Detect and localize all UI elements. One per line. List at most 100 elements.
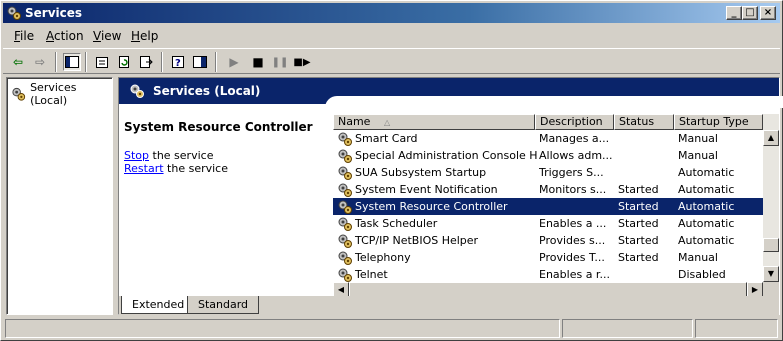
service-status-cell: Started (618, 232, 676, 249)
svg-text:?: ? (175, 58, 181, 69)
table-row[interactable]: Telephony Provides T... Started Manual (333, 249, 763, 266)
service-gear-icon (337, 251, 353, 265)
close-button[interactable]: × (760, 6, 776, 20)
scroll-up-arrow-icon: ▲ (767, 133, 775, 142)
service-startup-type-cell: Manual (678, 130, 763, 147)
table-row[interactable]: Task Scheduler Enables a ... Started Automa… (333, 215, 763, 232)
service-gear-icon (337, 132, 353, 146)
refresh-icon (119, 56, 129, 68)
export-list-button[interactable] (137, 53, 155, 71)
tab-extended[interactable]: Extended (121, 296, 196, 314)
column-header-name[interactable]: Name △ (333, 114, 535, 130)
help-button[interactable]: ? (169, 53, 187, 71)
tab-standard[interactable]: Standard (187, 296, 260, 314)
table-row[interactable]: System Resource Controller Started Automat… (333, 198, 763, 215)
service-description-cell: Triggers S... (539, 164, 616, 181)
column-header-status[interactable]: Status (614, 114, 674, 130)
view-tabs: Extended Standard (119, 296, 779, 316)
column-header-startup-type[interactable]: Startup Type (674, 114, 763, 130)
service-startup-type-cell: Automatic (678, 215, 763, 232)
menu-file[interactable]: File (14, 29, 34, 43)
services-window: Services _ □ × File Action View Help ⇦ ⇨… (0, 0, 783, 341)
menu-action-accelerator: A (46, 29, 54, 43)
scroll-thumb[interactable] (763, 238, 779, 252)
cell-text: Started (618, 183, 659, 196)
table-row[interactable]: SUA Subsystem Startup Triggers S... Automa… (333, 164, 763, 181)
cell-text: Started (618, 251, 659, 264)
vertical-scrollbar[interactable]: ▲ ▼ (763, 114, 779, 282)
service-gear-icon (337, 149, 353, 163)
service-name-cell: Telnet (337, 266, 537, 283)
service-name-cell: SUA Subsystem Startup (337, 164, 537, 181)
restart-action: Restart the service (124, 162, 228, 175)
menu-view[interactable]: View (93, 29, 121, 43)
table-row[interactable]: Telnet Enables a r... Disabled (333, 266, 763, 283)
cell-text: System Resource Controller (355, 200, 508, 213)
cell-text: System Event Notification (355, 183, 498, 196)
scroll-up-button[interactable]: ▲ (763, 130, 779, 146)
menu-bar: File Action View Help (3, 25, 780, 47)
tree-node-services-local[interactable]: Services (Local) (11, 81, 112, 107)
scroll-down-button[interactable]: ▼ (763, 266, 779, 282)
show-hide-tree-button[interactable] (63, 53, 81, 71)
forward-button[interactable]: ⇨ (31, 53, 49, 71)
service-status-cell: Started (618, 215, 676, 232)
minimize-button[interactable]: _ (726, 6, 742, 20)
refresh-button[interactable] (115, 53, 133, 71)
column-header-description[interactable]: Description (535, 114, 614, 130)
service-description-cell: Allows adm... (539, 147, 616, 164)
table-row[interactable]: System Event Notification Monitors s... St… (333, 181, 763, 198)
service-description-cell: Manages a... (539, 130, 616, 147)
table-row[interactable]: TCP/IP NetBIOS Helper Provides s... Starte… (333, 232, 763, 249)
back-button[interactable]: ⇦ (9, 53, 27, 71)
window-title: Services (25, 6, 83, 20)
cell-text: Manages a... (539, 132, 610, 145)
cell-text: Telephony (355, 251, 411, 264)
start-service-button[interactable]: ▶ (225, 53, 243, 71)
menu-view-accelerator: V (93, 29, 101, 43)
service-startup-type-cell: Automatic (678, 198, 763, 215)
cell-text: Automatic (678, 183, 735, 196)
stop-service-icon: ■ (252, 55, 264, 69)
cell-text: Special Administration Console Helper (355, 149, 537, 162)
service-name-cell: System Resource Controller (337, 198, 537, 215)
maximize-icon: □ (745, 7, 755, 18)
service-name-cell: Telephony (337, 249, 537, 266)
title-bar[interactable]: Services _ □ × (3, 3, 780, 23)
stop-service-button[interactable]: ■ (249, 53, 267, 71)
restart-service-button[interactable]: ■▶ (293, 53, 311, 71)
stop-action: Stop the service (124, 149, 213, 162)
table-row[interactable]: Special Administration Console HelperAll… (333, 147, 763, 164)
menu-help-accelerator: H (131, 29, 141, 43)
scroll-down-arrow-icon: ▼ (767, 269, 775, 278)
properties-button[interactable] (93, 53, 111, 71)
cell-text: Started (618, 200, 659, 213)
column-header-label: Name (338, 115, 371, 128)
cell-text: Triggers S... (539, 166, 604, 179)
restart-service-icon: ■▶ (293, 56, 311, 68)
service-status-cell: Started (618, 249, 676, 266)
status-panel-3 (695, 319, 778, 338)
menu-action[interactable]: Action (46, 29, 84, 43)
service-name-cell: Task Scheduler (337, 215, 537, 232)
service-name-cell: Smart Card (337, 130, 537, 147)
services-gear-icon (12, 87, 26, 101)
cell-text: Automatic (678, 217, 735, 230)
forward-arrow-icon: ⇨ (34, 55, 46, 69)
cell-text: TCP/IP NetBIOS Helper (355, 234, 479, 247)
maximize-button[interactable]: □ (742, 6, 758, 20)
table-row[interactable]: Smart Card Manages a... Manual (333, 130, 763, 147)
show-hide-action-pane-button[interactable] (191, 53, 209, 71)
cell-text: Automatic (678, 200, 735, 213)
cell-text: Manual (678, 132, 718, 145)
menu-help[interactable]: Help (131, 29, 158, 43)
service-description-panel: System Resource Controller Stop the serv… (119, 104, 331, 296)
minimize-icon: _ (731, 7, 737, 18)
tab-label: Extended (132, 298, 185, 311)
cell-text: SUA Subsystem Startup (355, 166, 487, 179)
services-gear-icon (130, 84, 144, 98)
pause-service-button[interactable]: ❚❚ (271, 53, 289, 71)
restart-link[interactable]: Restart (124, 162, 164, 175)
column-header-label: Status (619, 115, 655, 128)
stop-link[interactable]: Stop (124, 149, 149, 162)
